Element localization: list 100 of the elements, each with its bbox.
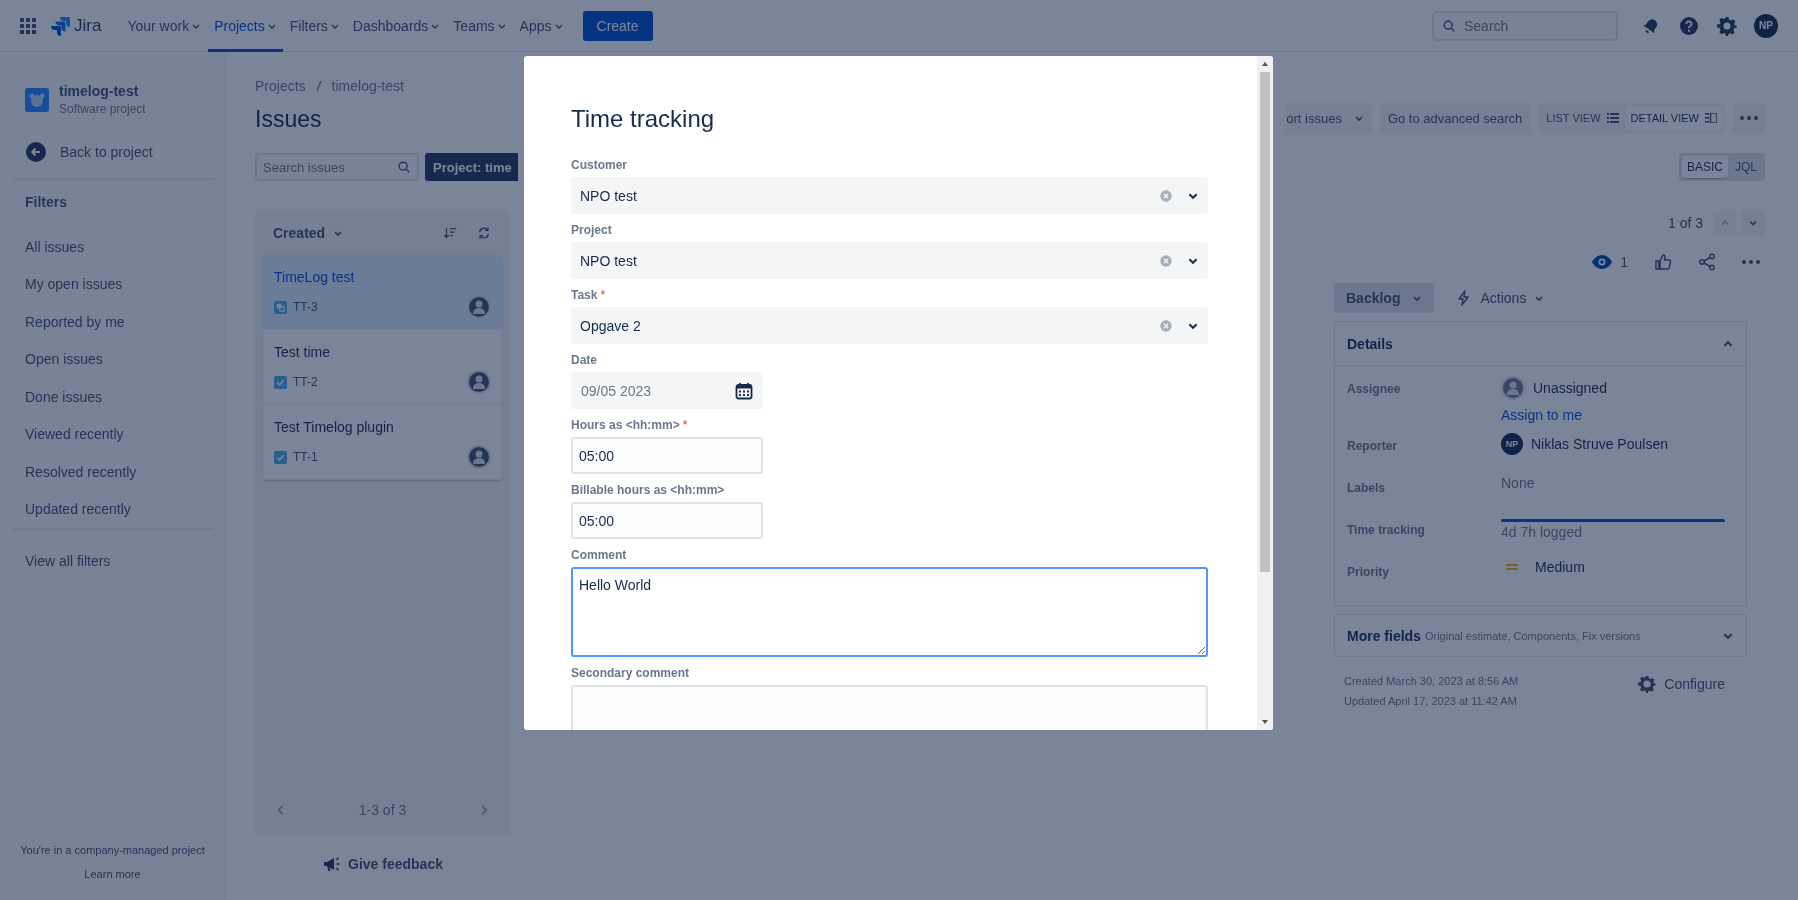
query-mode-toggle[interactable]: BASIC xyxy=(1681,156,1728,178)
field-label: Project xyxy=(571,223,612,237)
actions-dropdown[interactable]: Actions xyxy=(1448,283,1553,313)
breadcrumb-link[interactable]: Projects xyxy=(255,78,306,94)
field-label: Secondary comment xyxy=(571,666,690,680)
issue-key: TT-1 xyxy=(293,450,318,464)
sort-dropdown[interactable]: Created xyxy=(273,225,344,241)
query-mode-toggle[interactable]: JQL xyxy=(1730,156,1762,178)
select-field[interactable]: NPO test xyxy=(571,242,1208,279)
issue-title: TimeLog test xyxy=(274,269,356,285)
user-silhouette-icon xyxy=(467,445,491,469)
filters-heading: Filters xyxy=(24,193,68,212)
clear-icon[interactable] xyxy=(1159,318,1173,333)
search-field[interactable]: Search xyxy=(1432,10,1618,41)
breadcrumb-link[interactable]: timelog-test xyxy=(331,78,404,94)
subtask-icon xyxy=(274,300,287,314)
app-grid-icon[interactable] xyxy=(20,17,36,34)
issue-position-label: 1 of 3 xyxy=(1667,215,1703,231)
field-value: None xyxy=(1501,475,1535,491)
status-dropdown[interactable]: Backlog xyxy=(1334,283,1435,313)
filter-link[interactable]: Resolved recently xyxy=(12,453,137,491)
filter-link[interactable]: Updated recently xyxy=(12,490,131,528)
project-filter-button[interactable]: Project: time xyxy=(425,153,518,181)
required-mark: * xyxy=(600,288,606,302)
advanced-search-button[interactable]: Go to advanced search xyxy=(1379,103,1531,133)
filter-link[interactable]: Done issues xyxy=(12,378,103,416)
field-value: 4d 7h logged xyxy=(1501,524,1583,540)
dialog-title: Time tracking xyxy=(571,105,716,133)
field-label: Assignee xyxy=(1347,381,1402,398)
text-input[interactable]: 05:00 xyxy=(571,502,763,539)
clear-icon[interactable] xyxy=(1159,253,1173,268)
project-avatar-icon xyxy=(25,87,49,112)
eye-icon[interactable] xyxy=(1592,255,1613,269)
learn-more-link[interactable]: Learn more xyxy=(12,868,213,880)
issue-card[interactable]: Test time TT-2 xyxy=(263,330,502,405)
view-toggle[interactable]: LIST VIEW xyxy=(1541,106,1624,130)
list-icon[interactable] xyxy=(1606,113,1619,123)
watchers-button[interactable]: 1 xyxy=(1592,254,1628,270)
more-options-button[interactable] xyxy=(1733,103,1765,133)
scroll-up-arrow-icon[interactable] xyxy=(1261,61,1269,67)
chevron-down-icon[interactable] xyxy=(1748,218,1758,228)
nav-menu-item[interactable]: Dashboards xyxy=(346,0,447,52)
thumbs-up-icon[interactable] xyxy=(1654,253,1672,271)
clear-icon[interactable] xyxy=(1159,188,1173,203)
help-icon[interactable] xyxy=(1679,15,1699,36)
nav-menu-item[interactable]: Teams xyxy=(447,0,513,52)
megaphone-icon[interactable] xyxy=(322,855,341,873)
chevron-down-icon[interactable] xyxy=(333,228,344,238)
field-value: Medium xyxy=(1535,559,1585,575)
scroll-down-arrow-icon[interactable] xyxy=(1261,719,1269,725)
filter-link[interactable]: All issues xyxy=(12,228,85,266)
select-field[interactable]: Opgave 2 xyxy=(571,307,1208,344)
detail-view-icon[interactable] xyxy=(1705,113,1717,123)
view-toggle[interactable]: DETAIL VIEW xyxy=(1625,106,1722,130)
configure-button[interactable]: Configure xyxy=(1638,675,1725,693)
refresh-icon[interactable] xyxy=(477,226,491,240)
nav-menu-item[interactable]: Apps xyxy=(513,0,570,52)
calendar-icon[interactable] xyxy=(735,381,753,400)
more-icon[interactable] xyxy=(1740,116,1758,120)
chevron-down-icon[interactable] xyxy=(1412,293,1423,303)
create-button[interactable]: Create xyxy=(582,10,653,41)
text-input[interactable]: 05:00 xyxy=(571,437,763,474)
settings-icon[interactable] xyxy=(1717,15,1737,36)
next-issue-button[interactable] xyxy=(1741,211,1765,235)
search-issues-field[interactable]: Search issues xyxy=(255,153,419,181)
issue-card[interactable]: TimeLog test TT-3 xyxy=(263,255,502,330)
comment-textarea[interactable]: Hello World xyxy=(571,567,1208,657)
priority-medium-icon xyxy=(1505,562,1519,572)
breadcrumb-separator-icon xyxy=(315,80,322,92)
nav-menu-item[interactable]: Your work xyxy=(121,0,208,52)
project-name: timelog-test xyxy=(59,83,140,99)
filter-link[interactable]: Viewed recently xyxy=(12,415,124,453)
user-avatar[interactable]: NP xyxy=(1754,13,1778,38)
required-mark: * xyxy=(682,418,688,432)
search-icon[interactable] xyxy=(1442,18,1456,33)
search-icon[interactable] xyxy=(397,160,411,174)
pagination-label: 1-3 of 3 xyxy=(358,802,407,818)
give-feedback-link[interactable]: Give feedback xyxy=(348,856,443,872)
chevron-down-icon[interactable] xyxy=(1353,113,1364,123)
filter-link[interactable]: My open issues xyxy=(12,265,123,303)
filter-link[interactable]: Open issues xyxy=(12,340,103,378)
scrollbar[interactable] xyxy=(1257,56,1273,730)
date-field[interactable]: 09/05 2023 xyxy=(571,372,763,409)
select-field[interactable]: NPO test xyxy=(571,177,1208,214)
view-all-filters-link[interactable]: View all filters xyxy=(12,542,111,580)
sort-order-icon[interactable] xyxy=(443,226,457,240)
share-icon[interactable] xyxy=(1698,253,1716,271)
filter-link[interactable]: Reported by me xyxy=(12,303,125,341)
field-value: Niklas Struve Poulsen xyxy=(1531,436,1668,452)
back-to-project-link[interactable]: Back to project xyxy=(60,144,153,160)
more-fields-panel[interactable]: More fields Original estimate, Components, Fix versions xyxy=(1334,614,1747,657)
issue-card[interactable]: Test Timelog plugin TT-1 xyxy=(263,405,502,480)
field-label: Customer xyxy=(571,158,627,172)
import-issues-button[interactable]: ort issues xyxy=(1286,103,1372,133)
assign-to-me-link[interactable]: Assign to me xyxy=(1501,407,1607,423)
nav-menu-item[interactable]: Filters xyxy=(283,0,346,52)
product-name[interactable]: Jira xyxy=(74,15,102,36)
settings-icon[interactable] xyxy=(1638,675,1657,693)
chevron-down-icon[interactable] xyxy=(1534,293,1545,303)
more-options-icon[interactable] xyxy=(1742,260,1760,264)
